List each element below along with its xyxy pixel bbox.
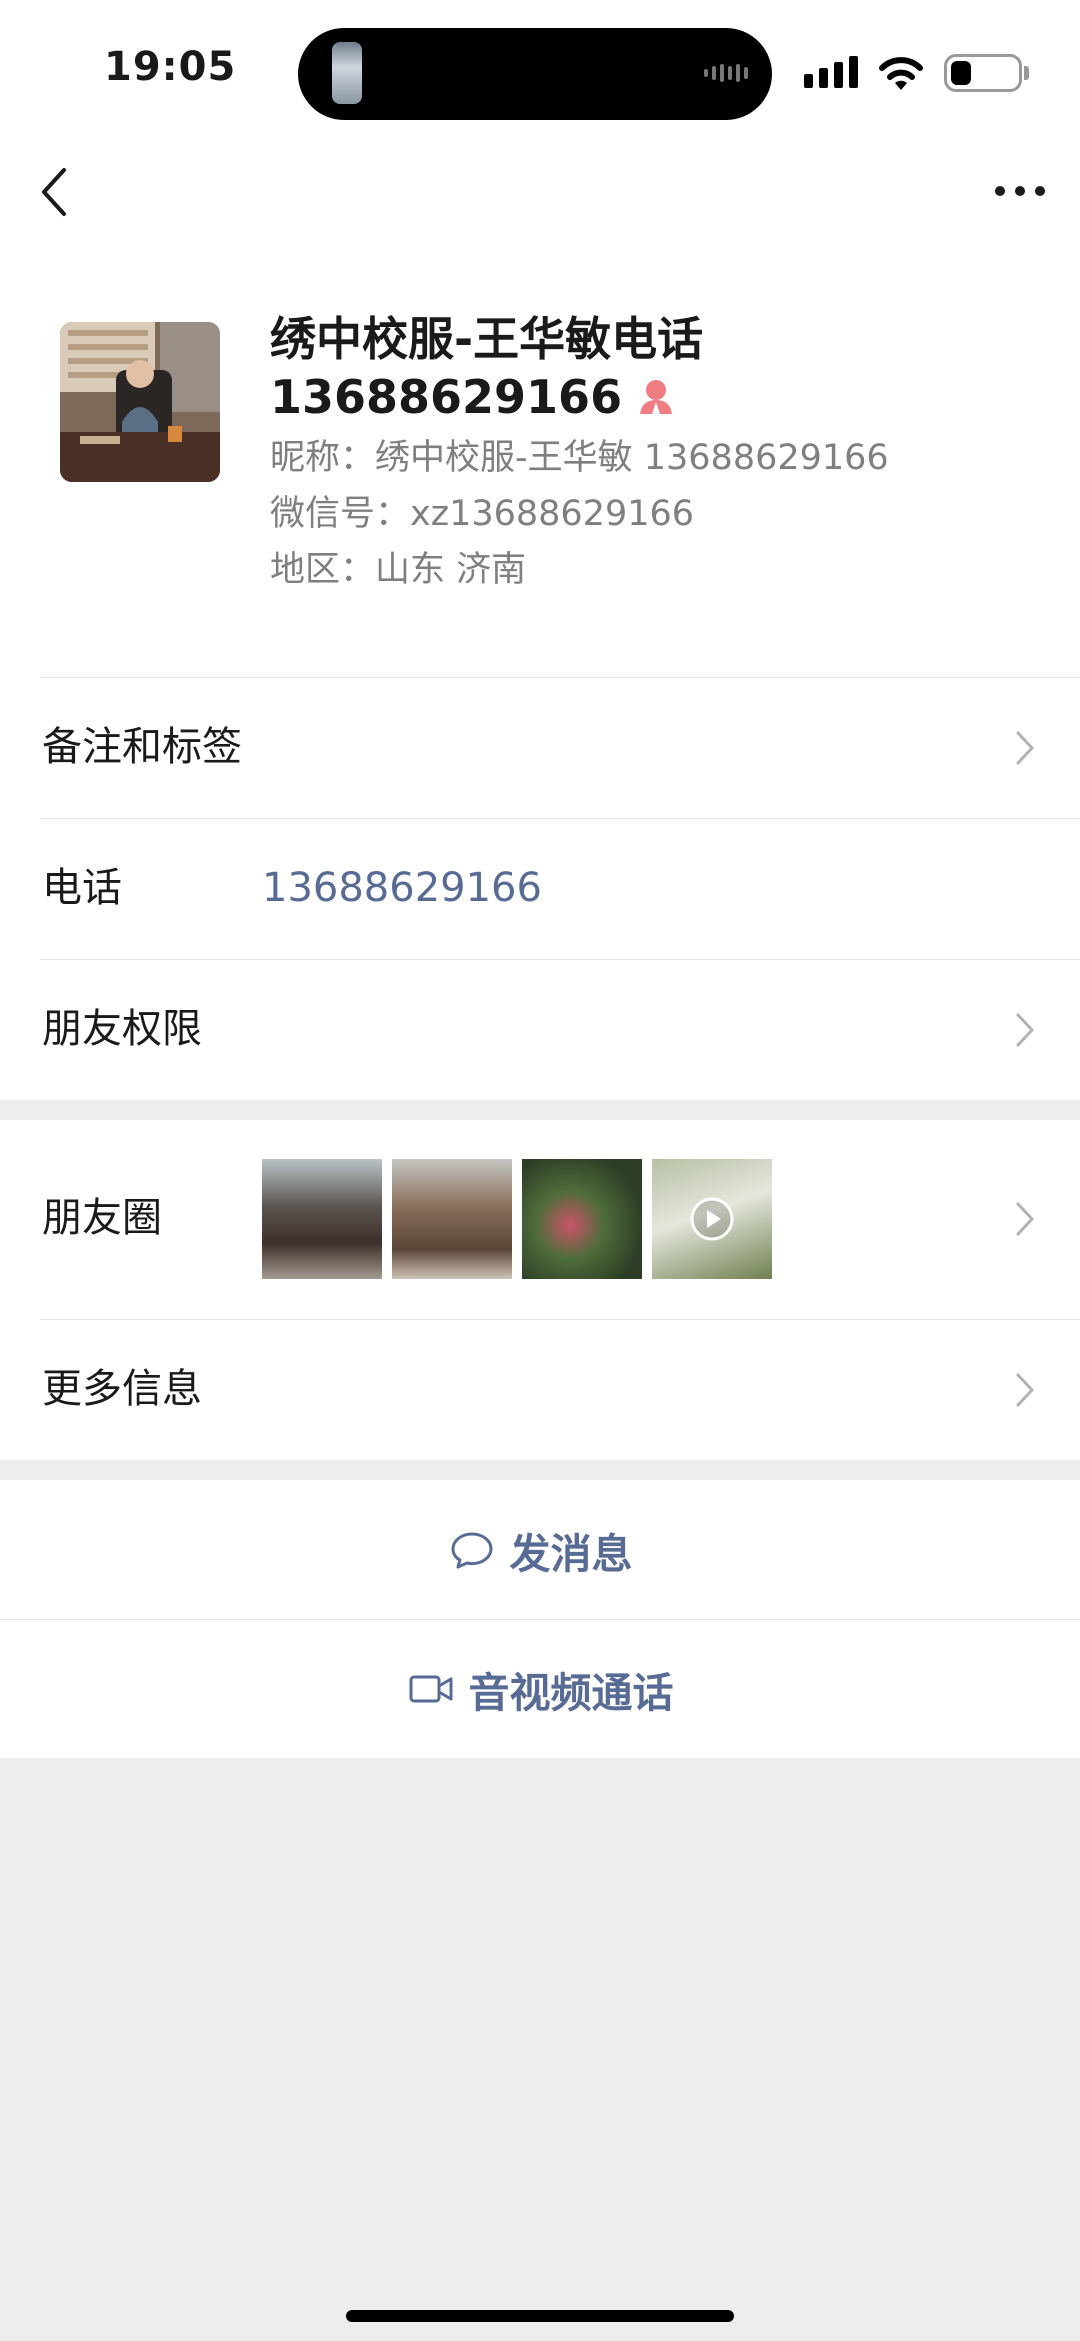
back-arrow-icon[interactable] <box>30 164 80 220</box>
nav-bar <box>0 140 1080 240</box>
chat-bubble-icon <box>451 1532 492 1568</box>
more-options-icon[interactable] <box>990 176 1050 206</box>
wechat-id-text: 微信号：xz13688629166 <box>270 494 695 534</box>
friend-permissions-row[interactable]: 朋友权限 <box>0 959 1080 1100</box>
av-call-label: 音视频通话 <box>468 1668 674 1717</box>
divider <box>40 959 1080 960</box>
moments-photo[interactable] <box>392 1159 512 1279</box>
divider <box>40 677 1080 678</box>
moments-label: 朋友圈 <box>42 1195 162 1241</box>
avatar[interactable] <box>60 322 220 482</box>
home-indicator[interactable] <box>346 2310 734 2322</box>
battery-level <box>951 61 971 85</box>
audio-wave-icon <box>704 64 748 82</box>
chevron-right-icon <box>1016 1013 1034 1047</box>
chevron-right-icon <box>1016 1202 1034 1236</box>
divider <box>40 818 1080 819</box>
section-separator <box>0 1100 1080 1120</box>
divider <box>0 1619 1080 1620</box>
battery-tip <box>1024 66 1029 80</box>
moments-row[interactable]: 朋友圈 <box>0 1120 1080 1319</box>
more-info-label: 更多信息 <box>42 1366 202 1412</box>
nickname-text: 昵称：绣中校服-王华敏 13688629166 <box>270 438 889 478</box>
profile-header: 绣中校服-王华敏电话13688629166 昵称：绣中校服-王华敏 136886… <box>0 240 1080 677</box>
contact-name: 绣中校服-王华敏电话13688629166 <box>270 312 704 424</box>
dynamic-island[interactable] <box>298 28 772 120</box>
section-separator <box>0 1460 1080 1480</box>
av-call-button[interactable]: 音视频通话 <box>0 1619 1080 1758</box>
female-icon <box>640 380 672 414</box>
top-panel: 19:05 绣中校服-王华敏电话13688629166 昵称：绣中校服-王华敏 … <box>0 0 1080 1100</box>
moments-photo[interactable] <box>262 1159 382 1279</box>
battery-icon <box>944 54 1022 92</box>
video-camera-icon <box>409 1675 452 1702</box>
status-bar: 19:05 <box>0 0 1080 140</box>
chevron-right-icon <box>1016 731 1034 765</box>
chevron-right-icon <box>1016 1373 1034 1407</box>
send-message-label: 发消息 <box>509 1529 633 1578</box>
wifi-icon <box>879 57 923 90</box>
play-icon <box>690 1197 734 1241</box>
phone-row: 电话 13688629166 <box>0 818 1080 959</box>
remark-tags-row[interactable]: 备注和标签 <box>0 677 1080 818</box>
moments-thumbnails <box>262 1159 772 1279</box>
cellular-signal-icon <box>804 56 858 88</box>
status-time: 19:05 <box>104 44 237 90</box>
phone-label: 电话 <box>42 865 122 911</box>
more-info-row[interactable]: 更多信息 <box>0 1319 1080 1460</box>
divider <box>40 1319 1080 1320</box>
send-message-button[interactable]: 发消息 <box>0 1480 1080 1619</box>
region-text: 地区：山东 济南 <box>270 550 527 590</box>
friend-permissions-label: 朋友权限 <box>42 1006 202 1052</box>
now-playing-thumbnail <box>332 42 362 104</box>
remark-tags-label: 备注和标签 <box>42 724 242 770</box>
moments-video[interactable] <box>652 1159 772 1279</box>
moments-photo[interactable] <box>522 1159 642 1279</box>
phone-number-link[interactable]: 13688629166 <box>262 862 542 914</box>
